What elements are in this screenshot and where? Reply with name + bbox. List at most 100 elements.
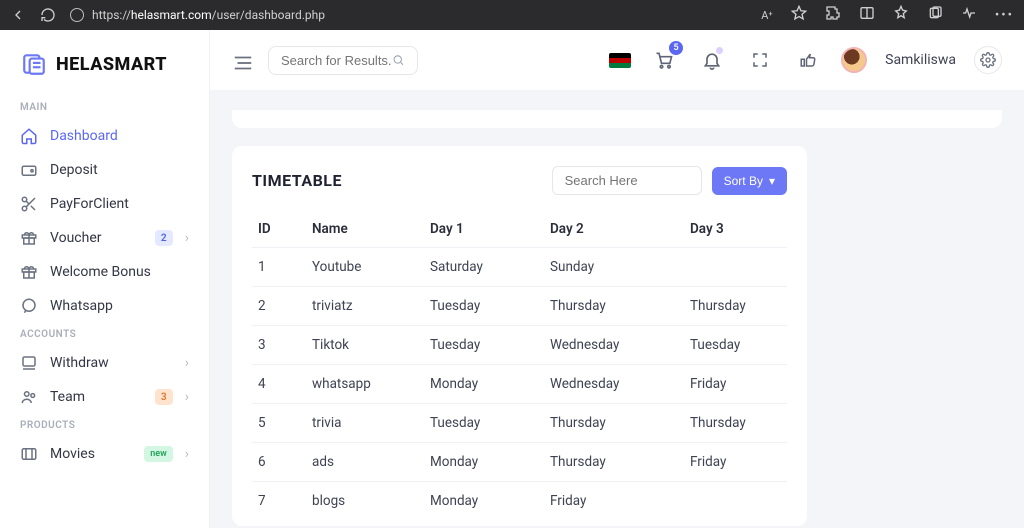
whatsapp-icon bbox=[20, 297, 38, 315]
cell-d2: Wednesday bbox=[544, 365, 684, 404]
fullscreen-icon[interactable] bbox=[745, 45, 775, 75]
chevron-right-icon: › bbox=[185, 230, 189, 246]
home-icon bbox=[20, 127, 38, 145]
upper-card-fragment bbox=[232, 110, 1002, 128]
logo[interactable]: HELASMART bbox=[0, 40, 209, 96]
cell-d1: Tuesday bbox=[424, 404, 544, 443]
team-icon bbox=[20, 388, 38, 406]
cell-name: blogs bbox=[306, 482, 424, 521]
cell-name: triviatz bbox=[306, 287, 424, 326]
table-row: 1YoutubeSaturdaySunday bbox=[252, 248, 787, 287]
cell-d1: Monday bbox=[424, 365, 544, 404]
card-title: TIMETABLE bbox=[252, 171, 342, 190]
table-row: 2triviatzTuesdayThursdayThursday bbox=[252, 287, 787, 326]
table-search[interactable] bbox=[552, 166, 702, 195]
section-accounts: ACCOUNTS bbox=[0, 323, 209, 346]
cell-name: whatsapp bbox=[306, 365, 424, 404]
cell-d2: Wednesday bbox=[544, 326, 684, 365]
topbar: 5 Samkiliswa bbox=[210, 30, 1024, 90]
menu-toggle-icon[interactable] bbox=[232, 52, 254, 68]
back-button[interactable] bbox=[10, 7, 26, 23]
sidebar-item-voucher[interactable]: Voucher 2 › bbox=[0, 221, 209, 255]
favorite-icon[interactable] bbox=[791, 5, 807, 25]
cell-d3: Thursday bbox=[684, 287, 787, 326]
health-icon[interactable] bbox=[961, 5, 977, 25]
timetable-card: TIMETABLE Sort By ▾ ID Name Day 1 bbox=[232, 146, 807, 526]
cell-id: 1 bbox=[252, 248, 306, 287]
site-info-icon[interactable] bbox=[70, 8, 84, 22]
sidebar-item-whatsapp[interactable]: Whatsapp bbox=[0, 289, 209, 323]
avatar[interactable] bbox=[841, 47, 867, 73]
global-search[interactable] bbox=[268, 46, 418, 75]
cell-d3 bbox=[684, 482, 787, 521]
table-row: 3TiktokTuesdayWednesdayTuesday bbox=[252, 326, 787, 365]
chevron-right-icon: › bbox=[185, 355, 189, 371]
logo-text: HELASMART bbox=[56, 54, 167, 75]
cart-icon[interactable]: 5 bbox=[649, 45, 679, 75]
read-aloud-icon[interactable]: A⁺ bbox=[761, 9, 773, 22]
col-day3: Day 3 bbox=[684, 211, 787, 248]
movies-icon bbox=[20, 445, 38, 463]
gift-icon bbox=[20, 263, 38, 281]
country-flag-icon[interactable] bbox=[609, 53, 631, 68]
extensions-icon[interactable] bbox=[825, 5, 841, 25]
cell-d2: Thursday bbox=[544, 404, 684, 443]
sidebar-item-deposit[interactable]: Deposit bbox=[0, 153, 209, 187]
cell-id: 2 bbox=[252, 287, 306, 326]
cart-badge: 5 bbox=[669, 41, 683, 55]
cell-name: trivia bbox=[306, 404, 424, 443]
cell-d1: Monday bbox=[424, 482, 544, 521]
address-bar[interactable]: https://helasmart.com/user/dashboard.php bbox=[70, 8, 325, 22]
favorites-bar-icon[interactable] bbox=[893, 5, 909, 25]
cell-name: ads bbox=[306, 443, 424, 482]
sidebar-item-team[interactable]: Team 3 › bbox=[0, 380, 209, 414]
search-input[interactable] bbox=[281, 53, 392, 68]
nav-label: Whatsapp bbox=[50, 298, 189, 314]
logo-icon bbox=[20, 50, 48, 78]
nav-label: PayForClient bbox=[50, 196, 189, 212]
sidebar-item-withdraw[interactable]: Withdraw › bbox=[0, 346, 209, 380]
nav-label: Dashboard bbox=[50, 128, 189, 144]
cell-d1: Tuesday bbox=[424, 287, 544, 326]
sort-button[interactable]: Sort By ▾ bbox=[712, 167, 787, 195]
cell-d2: Thursday bbox=[544, 287, 684, 326]
split-screen-icon[interactable] bbox=[859, 5, 875, 25]
scissors-icon bbox=[20, 195, 38, 213]
withdraw-icon bbox=[20, 354, 38, 372]
cell-d2: Sunday bbox=[544, 248, 684, 287]
cell-d1: Saturday bbox=[424, 248, 544, 287]
refresh-button[interactable] bbox=[40, 7, 56, 23]
cell-id: 7 bbox=[252, 482, 306, 521]
notifications-icon[interactable] bbox=[697, 45, 727, 75]
sidebar-item-welcome-bonus[interactable]: Welcome Bonus bbox=[0, 255, 209, 289]
browser-chrome: https://helasmart.com/user/dashboard.php… bbox=[0, 0, 1024, 30]
nav-label: Welcome Bonus bbox=[50, 264, 189, 280]
sidebar-item-movies[interactable]: Movies new › bbox=[0, 437, 209, 471]
team-badge: 3 bbox=[155, 389, 173, 405]
cell-d3: Thursday bbox=[684, 404, 787, 443]
sidebar-item-dashboard[interactable]: Dashboard bbox=[0, 119, 209, 153]
nav-label: Deposit bbox=[50, 162, 189, 178]
table-search-input[interactable] bbox=[565, 173, 689, 188]
thumbs-up-icon[interactable] bbox=[793, 45, 823, 75]
cell-id: 3 bbox=[252, 326, 306, 365]
sidebar-item-payforclient[interactable]: PayForClient bbox=[0, 187, 209, 221]
col-id: ID bbox=[252, 211, 306, 248]
url-text: https://helasmart.com/user/dashboard.php bbox=[92, 8, 325, 22]
browser-actions: A⁺ ••• bbox=[761, 5, 1014, 25]
collections-icon[interactable] bbox=[927, 5, 943, 25]
cell-d2: Thursday bbox=[544, 443, 684, 482]
settings-icon[interactable] bbox=[974, 46, 1002, 74]
section-main: MAIN bbox=[0, 96, 209, 119]
nav-label: Voucher bbox=[50, 230, 143, 246]
table-row: 4whatsappMondayWednesdayFriday bbox=[252, 365, 787, 404]
timetable: ID Name Day 1 Day 2 Day 3 1YoutubeSaturd… bbox=[252, 211, 787, 520]
cell-id: 6 bbox=[252, 443, 306, 482]
col-name: Name bbox=[306, 211, 424, 248]
user-name[interactable]: Samkiliswa bbox=[885, 52, 956, 68]
more-icon[interactable]: ••• bbox=[995, 8, 1014, 23]
chevron-right-icon: › bbox=[185, 389, 189, 405]
section-products: PRODUCTS bbox=[0, 414, 209, 437]
sidebar: HELASMART MAIN Dashboard Deposit PayForC… bbox=[0, 30, 210, 528]
cell-d3: Friday bbox=[684, 365, 787, 404]
